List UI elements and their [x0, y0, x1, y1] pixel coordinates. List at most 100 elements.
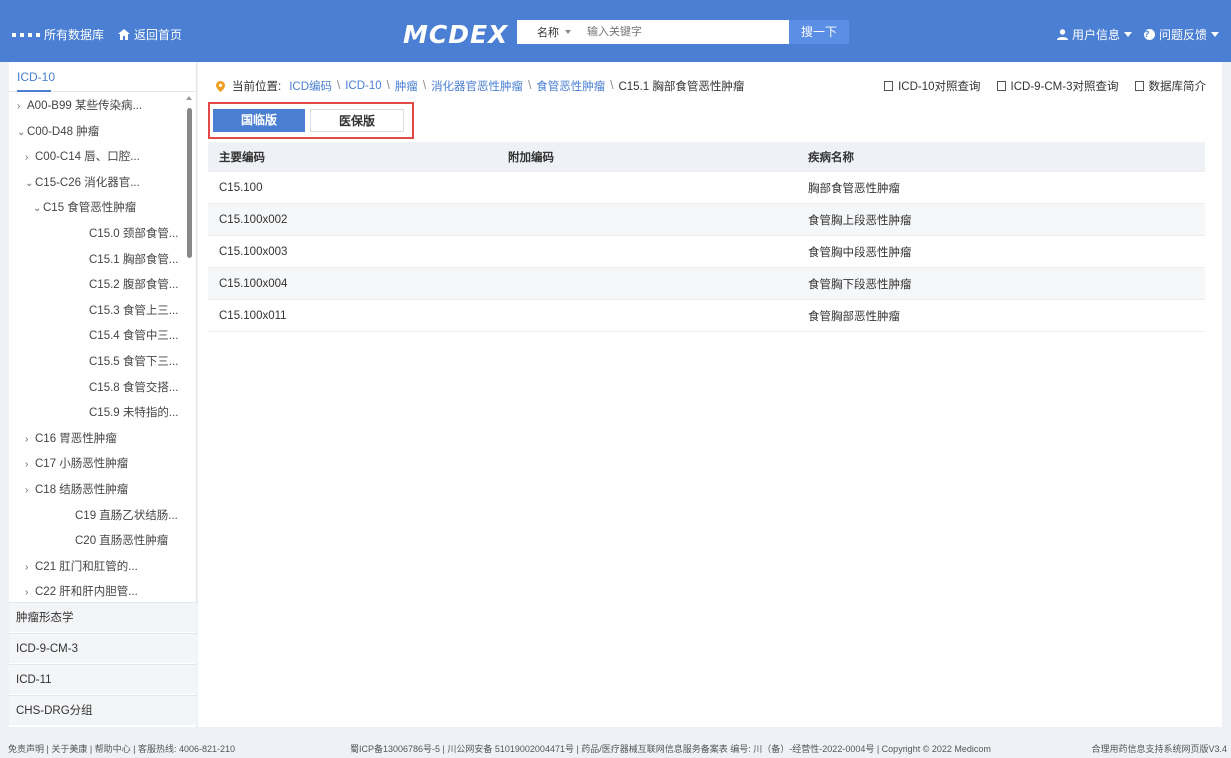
- sidebar-tree-item[interactable]: C15.9 未特指的...: [89, 401, 178, 425]
- table-cell: C15.100x002: [219, 213, 288, 226]
- chevron-right-icon[interactable]: ›: [25, 556, 35, 580]
- table-cell: 食管胸部恶性肿瘤: [808, 310, 900, 323]
- calendar-icon: [884, 81, 894, 91]
- breadcrumb-separator: \: [386, 80, 390, 92]
- sidebar-tree-label: C15.5 食管下三...: [89, 356, 179, 368]
- chevron-right-icon[interactable]: ›: [25, 428, 35, 452]
- all-databases-label: 所有数据库: [44, 28, 105, 42]
- scrollbar-thumb[interactable]: [187, 108, 192, 258]
- version-tabs: 国临版 医保版: [208, 102, 414, 139]
- all-databases-link[interactable]: 所有数据库: [12, 26, 104, 43]
- top-left-nav: 所有数据库 返回首页: [12, 26, 182, 43]
- tool-link[interactable]: ICD-9-CM-3对照查询: [996, 78, 1119, 94]
- breadcrumb-link[interactable]: ICD-10: [345, 80, 381, 92]
- tool-link[interactable]: ICD-10对照查询: [884, 78, 981, 94]
- sidebar-tree-label: C16 胃恶性肿瘤: [35, 432, 117, 445]
- home-icon: [118, 29, 131, 40]
- help-icon: ?: [1143, 29, 1155, 40]
- home-label: 返回首页: [134, 28, 183, 42]
- table-row[interactable]: C15.100x011 食管胸部恶性肿瘤: [208, 300, 1205, 332]
- breadcrumb-link[interactable]: ICD编码: [289, 78, 332, 94]
- sidebar-tree-label: C15.4 食管中三...: [89, 330, 179, 343]
- sidebar-tree-label: C21 肛门和肛管的...: [35, 560, 138, 573]
- footer-version: 合理用药信息支持系统网页版V3.4: [1091, 744, 1227, 754]
- table-cell: 胸部食管恶性肿瘤: [808, 182, 900, 195]
- sidebar-tree-label: C20 直肠恶性肿瘤: [75, 535, 169, 548]
- sidebar-tree-label: C15.1 胸部食管...: [89, 253, 179, 266]
- sidebar-section[interactable]: ICD-9-CM-3: [9, 633, 197, 663]
- chevron-down-icon[interactable]: ⌄: [25, 172, 35, 196]
- sidebar-tree-item[interactable]: › C17 小肠恶性肿瘤: [25, 452, 128, 476]
- table-header: 主要编码 附加编码 疾病名称: [208, 142, 1205, 172]
- user-info-label: 用户信息: [1071, 28, 1120, 42]
- tool-link[interactable]: 数据库简介: [1134, 78, 1207, 94]
- toolbar: ICD-10对照查询 ICD-9-CM-3对照查询 数据库简介: [884, 78, 1206, 94]
- footer-links[interactable]: 免责声明 | 关于美康 | 帮助中心 | 客服热线: 4006-821-210: [8, 742, 235, 755]
- sidebar-tree-item[interactable]: C19 直肠乙状结肠...: [75, 504, 178, 528]
- tab-yibao[interactable]: 医保版: [310, 109, 404, 132]
- sidebar-tree-item[interactable]: ⌄ C00-D48 肿瘤: [17, 120, 99, 144]
- tool-label: 数据库简介: [1148, 81, 1207, 93]
- sidebar-tree-item[interactable]: › C22 肝和肝内胆管...: [25, 580, 138, 604]
- sidebar-tree-label: C00-D48 肿瘤: [27, 125, 100, 138]
- sidebar-tree-label: C19 直肠乙状结肠...: [75, 509, 178, 522]
- dropdown-icon: [565, 30, 571, 34]
- sidebar-tree-label: C15.2 腹部食管...: [89, 279, 179, 292]
- sidebar-tree-label: C15-C26 消化器官...: [35, 176, 140, 189]
- sidebar-section[interactable]: ICD-11: [9, 664, 197, 694]
- search-field-select[interactable]: 名称: [517, 24, 577, 40]
- breadcrumb-link[interactable]: 食管恶性肿瘤: [536, 78, 605, 94]
- sidebar-tree-item[interactable]: › C21 肛门和肛管的...: [25, 555, 138, 579]
- table-row[interactable]: C15.100 胸部食管恶性肿瘤: [208, 172, 1205, 204]
- sidebar-tree-item[interactable]: › C16 胃恶性肿瘤: [25, 427, 117, 451]
- chevron-right-icon[interactable]: ›: [25, 453, 35, 477]
- sidebar-tree-item[interactable]: › A00-B99 某些传染病...: [17, 94, 142, 118]
- sidebar-tree-item[interactable]: ⌄ C15 食管恶性肿瘤: [33, 196, 136, 220]
- sidebar-tree-item[interactable]: C15.8 食管交搭...: [89, 376, 178, 400]
- sidebar-title[interactable]: ICD-10: [9, 62, 196, 92]
- breadcrumb-link[interactable]: 消化器官恶性肿瘤: [431, 78, 523, 94]
- sidebar-tree-item[interactable]: C15.3 食管上三...: [89, 299, 178, 323]
- sidebar-tree-item[interactable]: C15.4 食管中三...: [89, 324, 178, 348]
- sidebar-tree-item[interactable]: C15.1 胸部食管...: [89, 248, 178, 272]
- search-button[interactable]: 搜一下: [789, 20, 849, 44]
- user-icon: [1056, 29, 1068, 40]
- tab-guolin[interactable]: 国临版: [213, 109, 305, 132]
- sidebar-tree-label: C15.8 食管交搭...: [89, 381, 179, 394]
- home-link[interactable]: 返回首页: [118, 26, 182, 43]
- feedback-menu[interactable]: ? 问题反馈: [1143, 26, 1219, 43]
- sidebar-tree-label: C00-C14 唇、口腔...: [35, 151, 140, 164]
- table-row[interactable]: C15.100x004 食管胸下段恶性肿瘤: [208, 268, 1205, 300]
- table-cell: C15.100x004: [219, 277, 288, 290]
- breadcrumb-separator: \: [610, 80, 614, 92]
- chevron-right-icon[interactable]: ›: [25, 479, 35, 503]
- table-row[interactable]: C15.100x003 食管胸中段恶性肿瘤: [208, 236, 1205, 268]
- search-input[interactable]: [577, 26, 747, 38]
- sidebar-section[interactable]: CHS-DRG分组: [9, 695, 197, 725]
- chevron-right-icon[interactable]: ›: [25, 146, 35, 170]
- sidebar-tree-item[interactable]: C15.0 颈部食管...: [89, 222, 178, 246]
- document-icon: [1134, 81, 1144, 91]
- user-info-menu[interactable]: 用户信息: [1056, 26, 1132, 43]
- breadcrumb: 当前位置: ICD编码 \ ICD-10 \ 肿瘤 \ 消化器官恶性肿瘤 \ 食管恶性肿瘤 \ C1…: [216, 78, 744, 94]
- sidebar-tree-label: A00-B99 某些传染病...: [27, 100, 143, 112]
- table-row[interactable]: C15.100x002 食管胸上段恶性肿瘤: [208, 204, 1205, 236]
- header-extra-code: 附加编码: [508, 151, 554, 164]
- chevron-down-icon[interactable]: ⌄: [17, 121, 27, 145]
- breadcrumb-link[interactable]: 肿瘤: [395, 78, 418, 94]
- sidebar-tree-item[interactable]: C20 直肠恶性肿瘤: [75, 529, 168, 553]
- chevron-right-icon[interactable]: ›: [17, 95, 27, 119]
- caret-down-icon: [1211, 32, 1219, 37]
- scroll-up-arrow[interactable]: [186, 96, 192, 100]
- sidebar-tree-item[interactable]: C15.5 食管下三...: [89, 350, 178, 374]
- mcdex-logo[interactable]: MCDEX: [403, 20, 508, 49]
- table-cell: 食管胸下段恶性肿瘤: [808, 278, 912, 291]
- sidebar-tree-item[interactable]: › C18 结肠恶性肿瘤: [25, 478, 128, 502]
- sidebar-tree-item[interactable]: C15.2 腹部食管...: [89, 273, 178, 297]
- calendar-icon: [996, 81, 1006, 91]
- sidebar-tree-item[interactable]: › C00-C14 唇、口腔...: [25, 145, 140, 169]
- sidebar-tree-item[interactable]: ⌄ C15-C26 消化器官...: [25, 171, 140, 195]
- sidebar-section[interactable]: 肿瘤形态学: [9, 602, 197, 632]
- chevron-down-icon[interactable]: ⌄: [33, 197, 43, 221]
- tool-label: ICD-10对照查询: [898, 81, 981, 93]
